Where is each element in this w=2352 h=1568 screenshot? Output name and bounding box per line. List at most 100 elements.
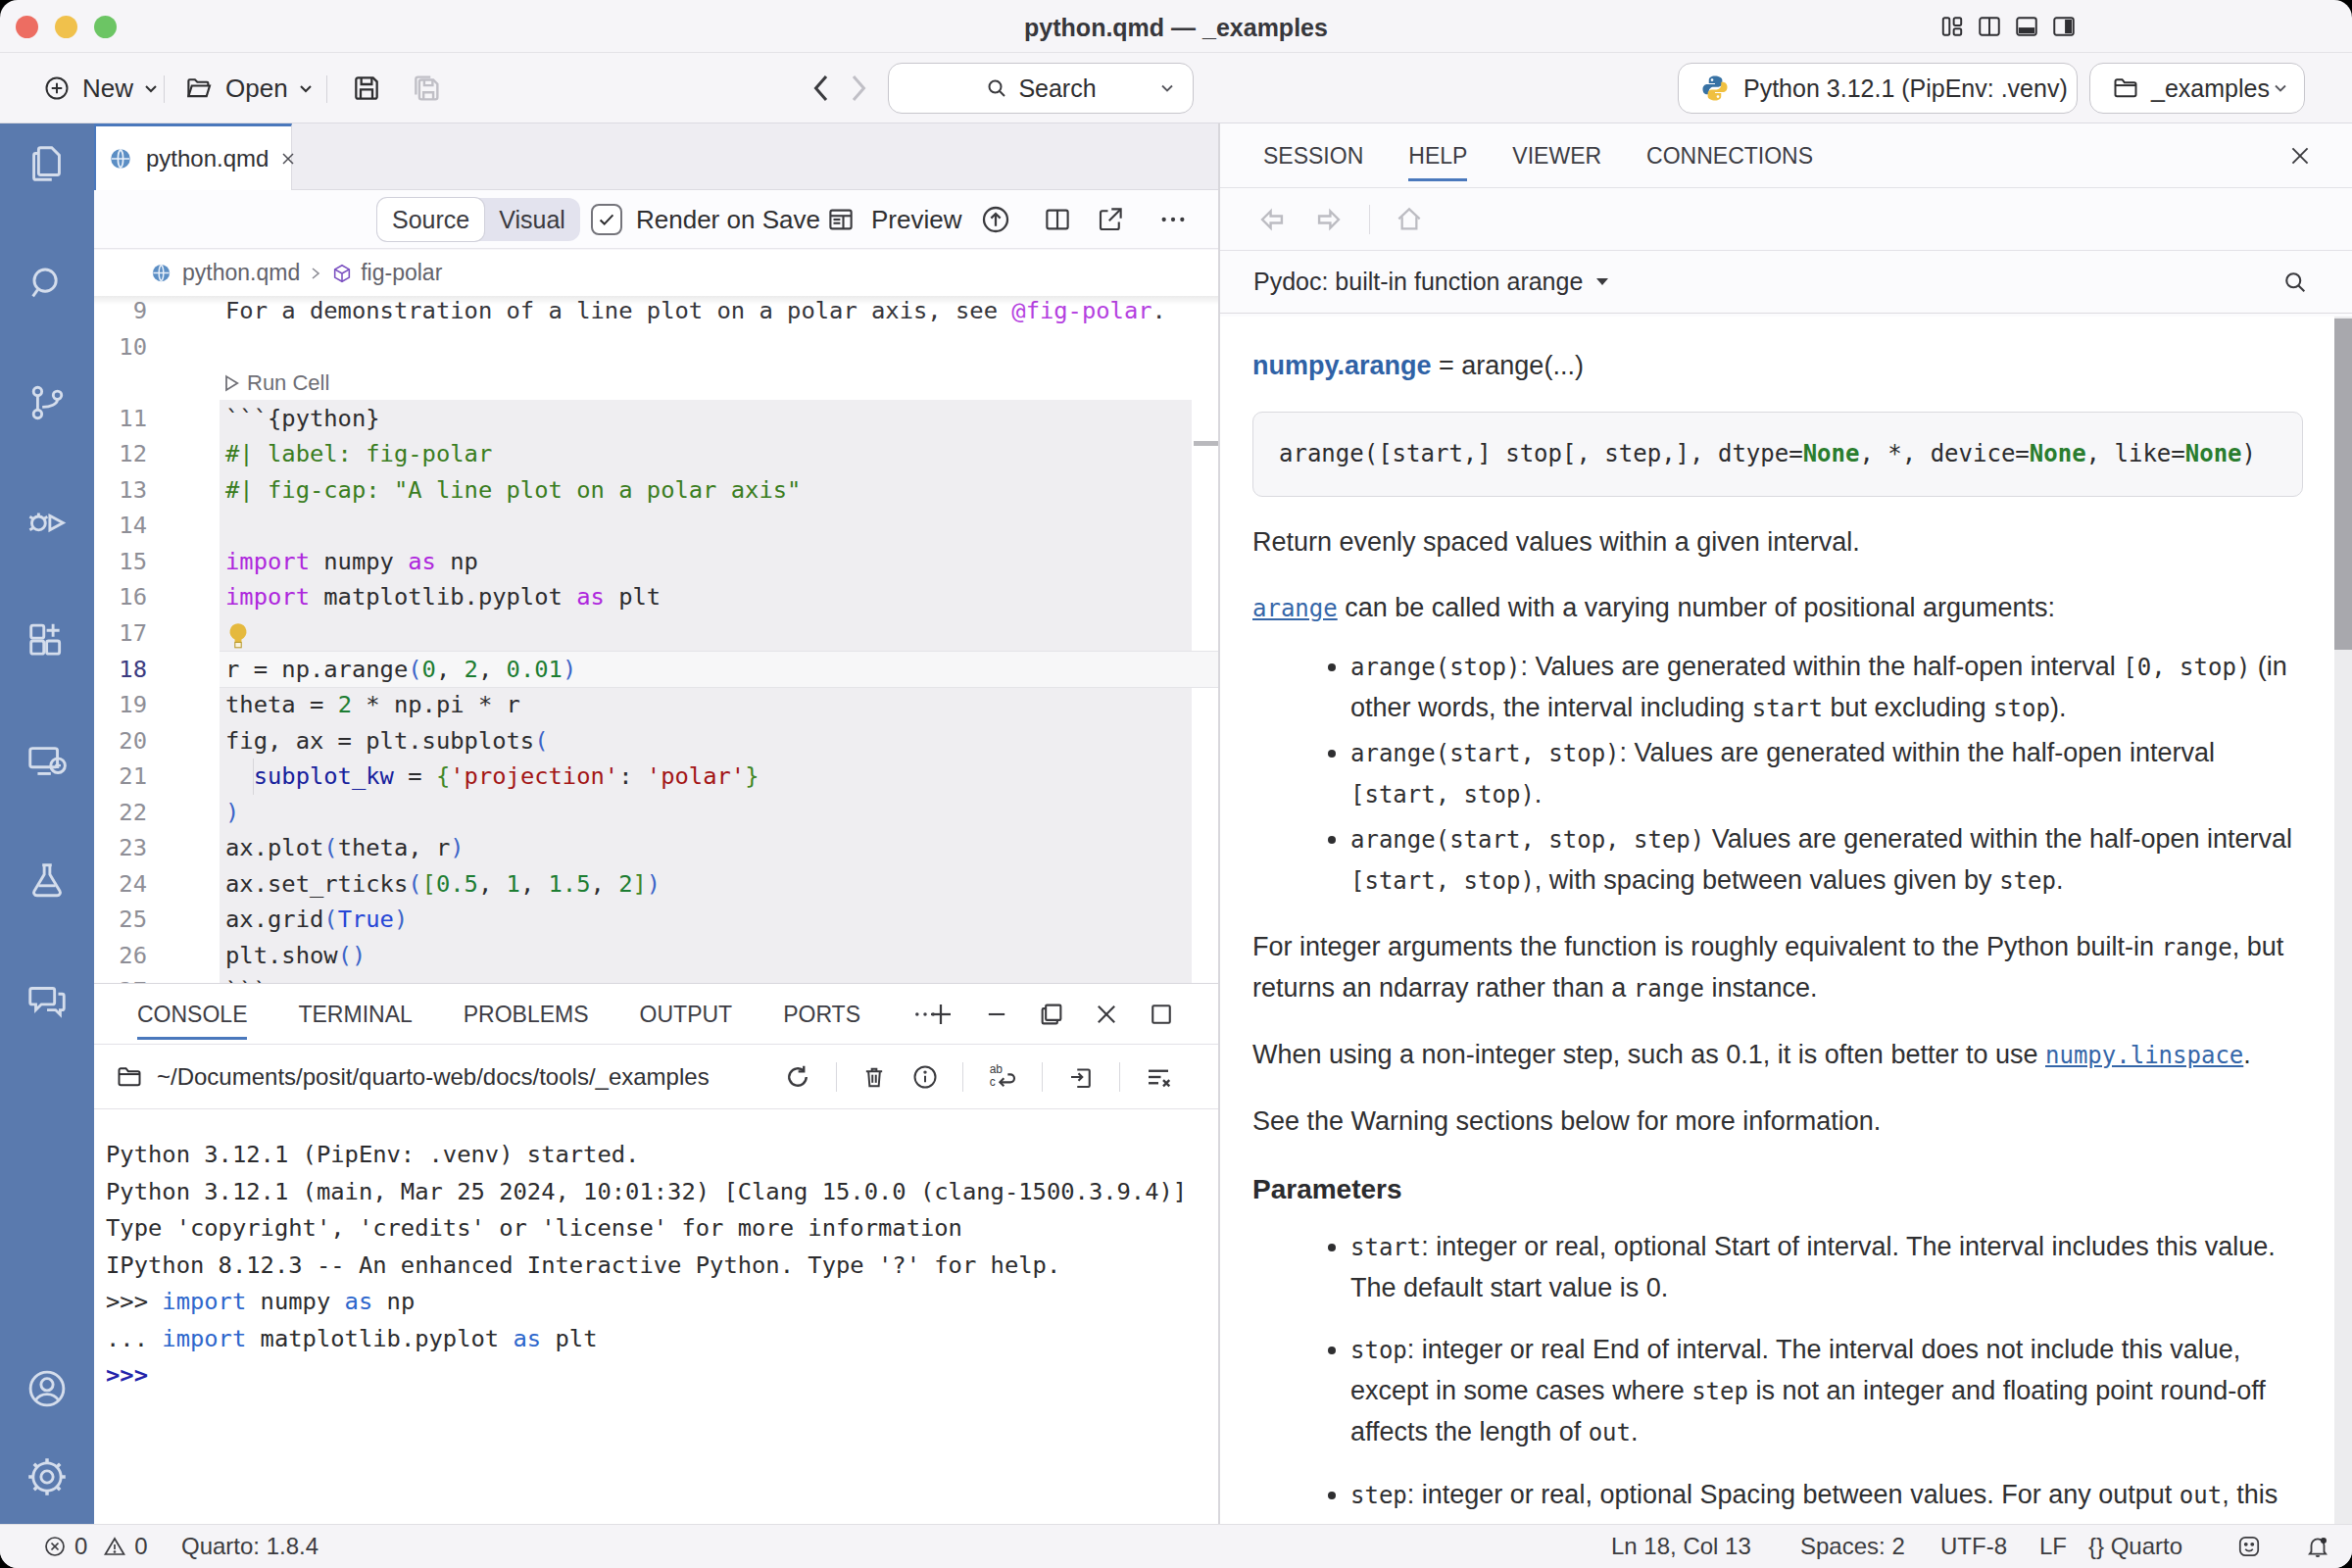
open-button[interactable]: Open (184, 54, 314, 122)
open-external-button[interactable] (1096, 190, 1125, 249)
encoding-status[interactable]: UTF-8 (1940, 1525, 2007, 1568)
notifications-bell-icon[interactable] (2305, 1525, 2330, 1568)
save-all-button[interactable] (410, 54, 443, 122)
panel-tab-ports[interactable]: PORTS (783, 984, 860, 1045)
extensions-icon[interactable] (24, 619, 70, 664)
quarto-file-icon (108, 146, 133, 172)
new-console-icon[interactable] (926, 1000, 956, 1029)
dropdown-caret-icon (1594, 276, 1610, 288)
search-input[interactable]: Search (888, 63, 1194, 114)
run-cell-button[interactable]: Run Cell (221, 365, 329, 401)
help-link[interactable]: arange (1252, 595, 1338, 622)
code-editor[interactable]: 9For a demonstration of a line plot on a… (94, 296, 1218, 983)
render-on-save-checkbox[interactable] (591, 190, 622, 249)
code-line: 15import numpy as np (94, 544, 1218, 580)
close-panel-icon[interactable] (1093, 1001, 1120, 1028)
source-visual-toggle: Source Visual (377, 190, 580, 249)
help-list-item: stop: integer or real End of interval. T… (1350, 1330, 2303, 1453)
breadcrumb-file[interactable]: python.qmd (182, 260, 300, 286)
home-icon[interactable] (1394, 204, 1425, 235)
split-panel-icon[interactable] (1038, 1001, 1065, 1028)
working-directory[interactable]: ~/Documents/posit/quarto-web/docs/tools/… (157, 1063, 710, 1091)
settings-gear-icon[interactable] (24, 1454, 70, 1499)
preview-button[interactable]: Preview (826, 190, 961, 249)
comments-icon[interactable] (24, 978, 70, 1023)
indentation-status[interactable]: Spaces: 2 (1800, 1525, 1905, 1568)
navigate-forward-button[interactable] (851, 54, 868, 122)
source-control-icon[interactable] (24, 380, 70, 425)
customize-layout-icon[interactable] (1939, 14, 1965, 39)
toggle-panel-icon[interactable] (2014, 14, 2039, 39)
word-wrap-icon[interactable]: abc (987, 1061, 1018, 1093)
run-debug-icon[interactable] (24, 500, 70, 545)
help-list-item: start: integer or real, optional Start o… (1350, 1227, 2303, 1308)
problems-status[interactable]: 0 0 (43, 1525, 148, 1568)
tab-python-qmd[interactable]: python.qmd (94, 123, 292, 190)
secondary-tab-viewer[interactable]: VIEWER (1512, 123, 1601, 188)
help-forward-icon[interactable] (1312, 203, 1346, 236)
visual-mode-button[interactable]: Visual (484, 198, 580, 241)
maximize-panel-icon[interactable] (1148, 1001, 1175, 1028)
toggle-secondary-sidebar-icon[interactable] (2051, 14, 2077, 39)
quarto-version-status[interactable]: Quarto: 1.8.4 (181, 1525, 318, 1568)
breadcrumb-symbol[interactable]: fig-polar (361, 260, 442, 286)
svg-text:ab: ab (990, 1062, 1004, 1076)
source-mode-button[interactable]: Source (377, 198, 484, 241)
zoom-window-button[interactable] (94, 16, 117, 38)
panel-tab-terminal[interactable]: TERMINAL (298, 984, 412, 1045)
titlebar: python.qmd — _examples (0, 0, 2352, 53)
clear-console-icon[interactable] (1144, 1062, 1173, 1092)
close-tab-icon[interactable] (278, 149, 298, 169)
explorer-icon[interactable] (24, 141, 70, 186)
secondary-tab-help[interactable]: HELP (1408, 123, 1467, 188)
help-content[interactable]: numpy.arange = arange(...)arange([start,… (1220, 317, 2352, 1524)
trash-icon[interactable] (860, 1063, 888, 1091)
secondary-tab-connections[interactable]: CONNECTIONS (1646, 123, 1813, 188)
remote-sessions-icon[interactable] (24, 739, 70, 784)
test-beaker-icon[interactable] (24, 858, 70, 904)
console-output[interactable]: Python 3.12.1 (PipEnv: .venv) started.Py… (94, 1109, 1218, 1395)
secondary-tab-session[interactable]: SESSION (1263, 123, 1363, 188)
save-all-icon (410, 72, 443, 105)
interpreter-selector[interactable]: Python 3.12.1 (PipEnv: .venv) (1678, 63, 2078, 114)
help-search-icon[interactable] (2281, 269, 2309, 296)
code-line: 19theta = 2 * np.pi * r (94, 687, 1218, 723)
console-line: IPython 8.12.3 -- An enhanced Interactiv… (106, 1248, 1218, 1285)
close-window-button[interactable] (16, 16, 38, 38)
code-line: 10 (94, 329, 1218, 366)
language-mode-status[interactable]: {} Quarto (2088, 1525, 2182, 1568)
more-actions-button[interactable] (1157, 190, 1189, 249)
save-button[interactable] (351, 54, 382, 122)
cursor-position-status[interactable]: Ln 18, Col 13 (1611, 1525, 1751, 1568)
render-document-button[interactable] (980, 190, 1011, 249)
restart-console-icon[interactable] (783, 1062, 812, 1092)
help-topic[interactable]: Pydoc: built-in function arange (1253, 268, 1583, 296)
feedback-smiley-icon[interactable] (2236, 1525, 2262, 1568)
panel-tab-console[interactable]: CONSOLE (137, 984, 247, 1045)
split-editor-button[interactable] (1043, 190, 1072, 249)
eol-status[interactable]: LF (2039, 1525, 2067, 1568)
help-link[interactable]: numpy.linspace (2045, 1042, 2243, 1069)
panel-tab-problems[interactable]: PROBLEMS (464, 984, 589, 1045)
tab-label: python.qmd (146, 145, 269, 172)
console-line: Python 3.12.1 (main, Mar 25 2024, 10:01:… (106, 1174, 1218, 1211)
workspace-selector[interactable]: _examples (2089, 63, 2305, 114)
warning-icon (103, 1535, 126, 1558)
account-icon[interactable] (24, 1366, 70, 1411)
split-editor-layout-icon[interactable] (1977, 14, 2002, 39)
export-console-icon[interactable] (1066, 1062, 1096, 1092)
lightbulb-icon[interactable] (225, 621, 251, 651)
close-secondary-panel-icon[interactable] (2287, 143, 2313, 169)
new-button[interactable]: New (43, 54, 159, 122)
panel-tab-output[interactable]: OUTPUT (640, 984, 733, 1045)
help-signature: arange([start,] stop[, step,], dtype=Non… (1252, 412, 2303, 497)
help-scrollbar[interactable] (2334, 317, 2352, 1524)
info-icon[interactable] (911, 1063, 939, 1091)
secondary-panel-tabs: SESSION HELP VIEWER CONNECTIONS (1220, 123, 2352, 188)
search-icon[interactable] (24, 261, 70, 306)
activity-bar (0, 123, 94, 1524)
navigate-back-button[interactable] (811, 54, 829, 122)
minimize-panel-icon[interactable] (983, 1001, 1010, 1028)
minimize-window-button[interactable] (55, 16, 77, 38)
help-back-icon[interactable] (1255, 203, 1289, 236)
